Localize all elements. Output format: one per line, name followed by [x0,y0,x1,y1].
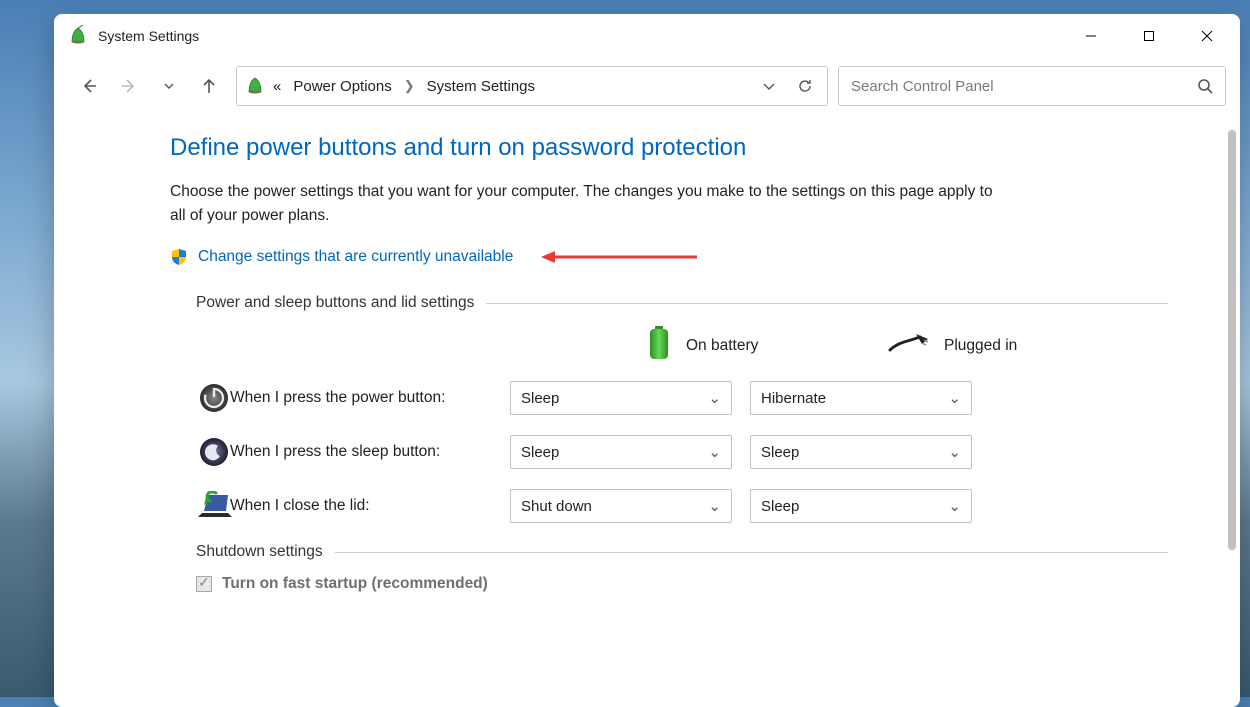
plug-icon [888,334,928,357]
location-icon [245,75,265,98]
app-icon [68,25,88,48]
plugged-in-label: Plugged in [944,337,1017,355]
up-level-button[interactable] [200,77,218,95]
close-lid-plugged-in-select[interactable]: Sleep ⌄ [750,489,972,523]
minimize-button[interactable] [1062,16,1120,56]
chevron-right-icon: ❯ [404,78,415,94]
close-lid-on-battery-select[interactable]: Shut down ⌄ [510,489,732,523]
row-close-lid: When I close the lid: Shut down ⌄ Sleep … [170,489,1168,523]
window: System Settings « Power Opti [54,14,1240,707]
power-button-on-battery-select[interactable]: Sleep ⌄ [510,381,732,415]
chevron-down-icon: ⌄ [948,443,961,461]
row-sleep-button: When I press the sleep button: Sleep ⌄ S… [170,435,1168,469]
search-box[interactable] [838,66,1226,106]
section-shutdown-header: Shutdown settings [196,543,1168,561]
chevron-down-icon: ⌄ [948,497,961,515]
column-headers: On battery Plugged in [170,326,1168,365]
section-power-sleep-lid-header: Power and sleep buttons and lid settings [196,294,1168,312]
navigation-row: « Power Options ❯ System Settings [54,58,1240,120]
window-title: System Settings [98,28,199,44]
sleep-button-row-label: When I press the sleep button: [230,443,510,461]
chevron-down-icon: ⌄ [708,443,721,461]
sleep-button-icon [198,436,230,468]
search-icon[interactable] [1197,78,1213,94]
shield-icon [170,248,188,266]
sleep-button-plugged-in-select[interactable]: Sleep ⌄ [750,435,972,469]
breadcrumb-prefix[interactable]: « [273,78,281,95]
search-input[interactable] [851,78,1197,95]
power-button-row-label: When I press the power button: [230,389,510,407]
page-subtitle: Choose the power settings that you want … [170,180,1010,228]
breadcrumb-item-1[interactable]: System Settings [427,78,535,95]
fast-startup-label: Turn on fast startup (recommended) [222,575,488,593]
recent-dropdown[interactable] [160,77,178,95]
sleep-button-on-battery-select[interactable]: Sleep ⌄ [510,435,732,469]
back-button[interactable] [80,77,98,95]
titlebar: System Settings [54,14,1240,58]
power-button-plugged-in-select[interactable]: Hibernate ⌄ [750,381,972,415]
close-lid-row-label: When I close the lid: [230,497,510,515]
close-button[interactable] [1178,16,1236,56]
power-button-icon [198,382,230,414]
forward-button[interactable] [120,77,138,95]
chevron-down-icon: ⌄ [948,389,961,407]
refresh-icon[interactable] [797,78,813,94]
fast-startup-checkbox-row: Turn on fast startup (recommended) [196,575,1168,593]
breadcrumb-item-0[interactable]: Power Options [293,78,391,95]
maximize-button[interactable] [1120,16,1178,56]
battery-icon [648,326,670,365]
row-power-button: When I press the power button: Sleep ⌄ H… [170,381,1168,415]
page-title: Define power buttons and turn on passwor… [170,134,1168,162]
on-battery-label: On battery [686,337,758,355]
annotation-arrow-icon [539,250,699,264]
window-controls [1062,16,1236,56]
chevron-down-icon: ⌄ [708,389,721,407]
chevron-down-icon: ⌄ [708,497,721,515]
address-dropdown-icon[interactable] [761,78,777,94]
fast-startup-checkbox[interactable] [196,576,212,592]
change-settings-link[interactable]: Change settings that are currently unava… [198,248,513,266]
scrollbar[interactable] [1228,130,1236,550]
address-bar[interactable]: « Power Options ❯ System Settings [236,66,828,106]
